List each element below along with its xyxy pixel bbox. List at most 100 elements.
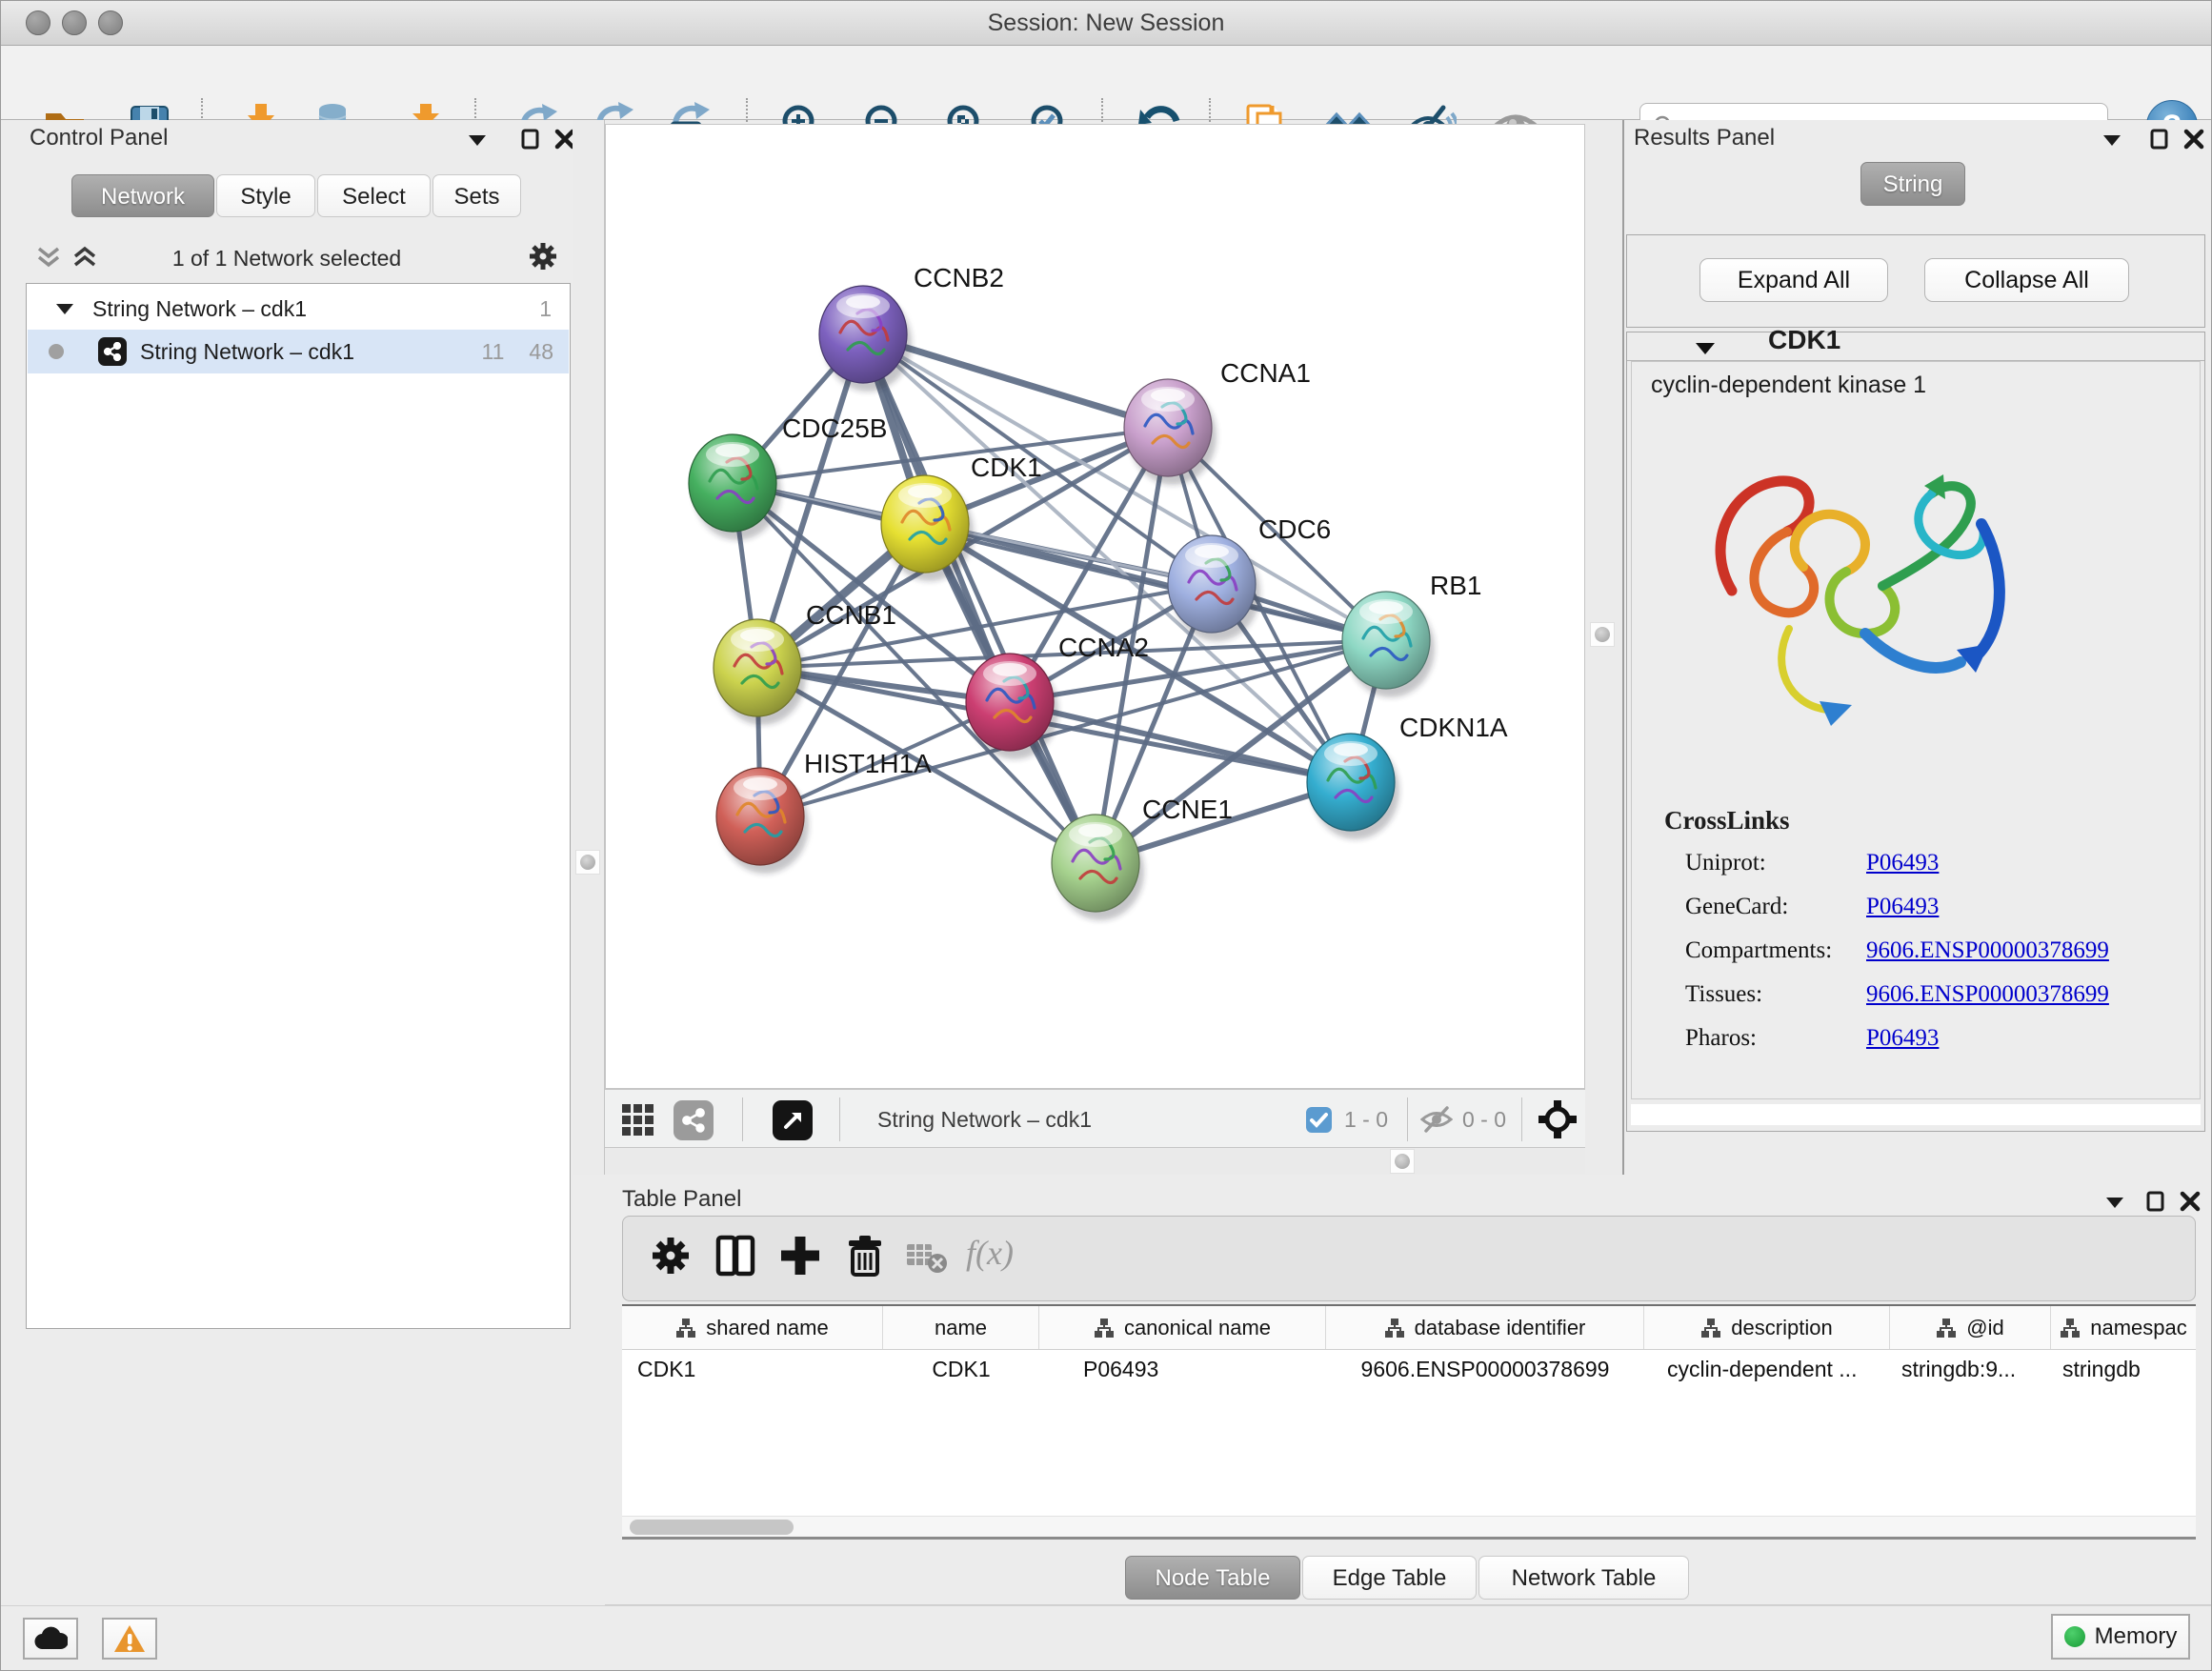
cloud-status-button[interactable] [23, 1618, 78, 1660]
grid-view-icon[interactable] [620, 1102, 656, 1138]
crosslink-label: GeneCard: [1685, 894, 1788, 920]
node-label: CCNA1 [1220, 358, 1311, 388]
node-label: HIST1H1A [804, 749, 932, 778]
memory-status-icon [2064, 1626, 2085, 1647]
network-type-icon [98, 337, 127, 366]
network-canvas[interactable]: CCNB2CCNA1CDC25BCDK1CDC6RB1CCNB1CCNA2CDK… [605, 124, 1585, 1089]
node-label: CDC25B [782, 413, 887, 443]
horizontal-splitter-handle[interactable] [1390, 1149, 1415, 1174]
tab-string[interactable]: String [1860, 162, 1965, 206]
attribute-tree-icon [1094, 1318, 1115, 1339]
network-share-icon[interactable] [674, 1100, 714, 1140]
network-edge-count: 48 [529, 339, 553, 365]
protein-structure-image [1675, 429, 2046, 762]
tree-caret-icon[interactable] [54, 301, 75, 316]
function-builder-icon: f(x) [966, 1233, 1052, 1278]
node-label: CDKN1A [1399, 713, 1508, 742]
node-label: CCNA2 [1058, 633, 1149, 662]
crosslink-link[interactable]: P06493 [1866, 850, 1939, 876]
attribute-tree-icon [2060, 1318, 2081, 1339]
table-header-row: shared name name canonical name database… [622, 1306, 2196, 1350]
tab-network-table[interactable]: Network Table [1478, 1556, 1689, 1600]
panel-menu-icon[interactable] [466, 131, 489, 149]
horizontal-splitter[interactable] [605, 1148, 1585, 1175]
tab-edge-table[interactable]: Edge Table [1302, 1556, 1477, 1600]
current-network-dot-icon [49, 344, 64, 359]
crosslink-link[interactable]: 9606.ENSP00000378699 [1866, 937, 2109, 964]
add-column-icon[interactable] [777, 1233, 823, 1278]
collection-count: 1 [539, 296, 552, 322]
column-header[interactable]: description [1644, 1306, 1890, 1349]
results-scroll-strip[interactable] [1631, 1104, 2201, 1125]
table-panel-title: Table Panel [622, 1186, 741, 1213]
column-header[interactable]: namespac [2051, 1306, 2196, 1349]
panel-float-icon[interactable] [2148, 128, 2171, 151]
panel-menu-icon[interactable] [2101, 131, 2123, 149]
column-header[interactable]: name [883, 1306, 1039, 1349]
show-columns-icon[interactable] [713, 1233, 758, 1278]
crosslink-link[interactable]: P06493 [1866, 894, 1939, 920]
network-node-count: 11 [482, 339, 505, 365]
tab-sets[interactable]: Sets [432, 174, 521, 217]
left-splitter-handle[interactable] [575, 850, 600, 875]
warnings-button[interactable] [102, 1618, 157, 1660]
fit-selected-crosshair-icon[interactable] [1538, 1100, 1577, 1138]
attribute-tree-icon [1384, 1318, 1405, 1339]
warning-icon [113, 1624, 146, 1653]
tab-network[interactable]: Network [71, 174, 214, 217]
network-collection-row[interactable]: String Network – cdk1 1 [28, 288, 569, 330]
attribute-tree-icon [1700, 1318, 1721, 1339]
panel-float-icon[interactable] [519, 128, 542, 151]
collapse-all-button[interactable]: Collapse All [1924, 258, 2129, 302]
left-splitter[interactable] [573, 120, 605, 1175]
panel-close-icon[interactable] [2182, 128, 2205, 151]
table-options-gear-icon[interactable] [648, 1233, 694, 1278]
current-network-name: String Network – cdk1 [877, 1090, 1092, 1149]
gene-section-header[interactable]: CDK1 [1627, 332, 2204, 361]
column-header[interactable]: shared name [622, 1306, 883, 1349]
cytoscape-window: Session: New Session [0, 0, 2212, 1671]
network-graph[interactable]: CCNB2CCNA1CDC25BCDK1CDC6RB1CCNB1CCNA2CDK… [606, 125, 1584, 1088]
crosslink-label: Compartments: [1685, 937, 1832, 964]
status-bar: Memory [1, 1605, 2211, 1671]
network-collection-label: String Network – cdk1 [92, 296, 307, 322]
node-label: CCNB1 [806, 600, 896, 630]
right-splitter-handle[interactable] [1590, 622, 1615, 647]
cloud-icon [33, 1626, 68, 1651]
birds-eye-view-icon[interactable] [773, 1100, 813, 1140]
column-header[interactable]: canonical name [1039, 1306, 1326, 1349]
panel-close-icon[interactable] [2179, 1190, 2202, 1213]
crosslink-label: Pharos: [1685, 1025, 1757, 1052]
network-options-gear-icon[interactable] [527, 240, 559, 272]
table-toolbar: f(x) [622, 1216, 2196, 1301]
node-label: CDK1 [971, 453, 1042, 482]
column-header[interactable]: database identifier [1326, 1306, 1644, 1349]
section-caret-icon[interactable] [1694, 340, 1717, 356]
expand-all-button[interactable]: Expand All [1699, 258, 1888, 302]
network-view-toolbar: String Network – cdk1 1 - 0 0 - 0 [605, 1089, 1585, 1148]
column-header[interactable]: @id [1890, 1306, 2051, 1349]
node-label: CDC6 [1258, 514, 1331, 544]
network-list: String Network – cdk1 1 String Network –… [26, 283, 571, 1329]
gene-symbol: CDK1 [1768, 325, 1840, 355]
network-row-selected[interactable]: String Network – cdk1 11 48 [28, 330, 569, 373]
results-panel-title: Results Panel [1634, 125, 1775, 151]
right-splitter[interactable] [1585, 120, 1622, 1175]
crosslink-link[interactable]: P06493 [1866, 1025, 1939, 1052]
table-horizontal-scrollbar[interactable] [622, 1516, 2196, 1537]
panel-menu-icon[interactable] [2103, 1194, 2126, 1211]
results-actions-box: Expand All Collapse All [1626, 234, 2205, 328]
window-title: Session: New Session [1, 1, 2211, 46]
selected-checkbox-icon[interactable] [1306, 1107, 1332, 1133]
table-row[interactable]: CDK1 CDK1 P06493 9606.ENSP00000378699 cy… [622, 1350, 2196, 1388]
gene-description: cyclin-dependent kinase 1 [1651, 372, 1926, 399]
control-panel: Control Panel Network Style Select Sets … [1, 120, 573, 1175]
scrollbar-thumb[interactable] [630, 1520, 794, 1535]
tab-style[interactable]: Style [216, 174, 315, 217]
crosslink-link[interactable]: 9606.ENSP00000378699 [1866, 981, 2109, 1008]
tab-node-table[interactable]: Node Table [1125, 1556, 1300, 1600]
memory-button[interactable]: Memory [2051, 1614, 2190, 1660]
panel-float-icon[interactable] [2144, 1190, 2167, 1213]
delete-column-trash-icon[interactable] [842, 1233, 888, 1278]
tab-select[interactable]: Select [317, 174, 431, 217]
